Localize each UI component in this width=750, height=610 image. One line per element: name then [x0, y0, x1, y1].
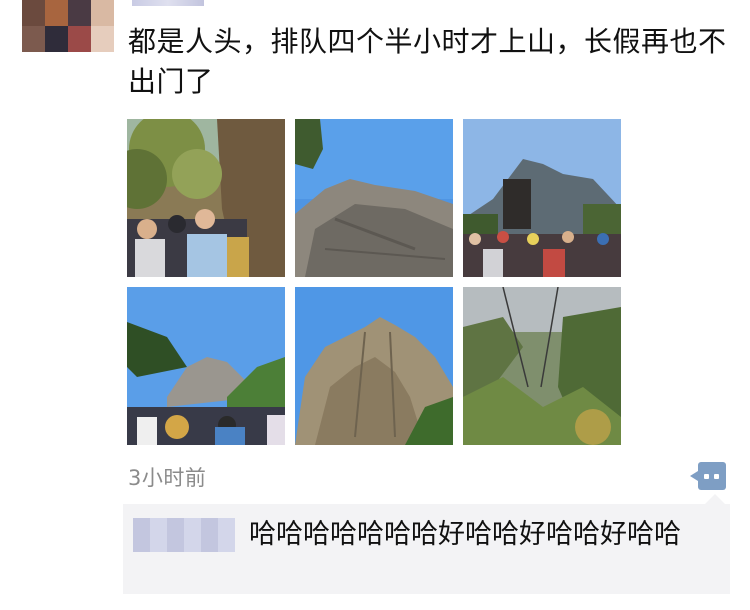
- commenter-name-blurred[interactable]: [133, 518, 235, 552]
- photo-crowd-trail[interactable]: [127, 119, 285, 277]
- photo-thumbnail-icon: [127, 287, 285, 445]
- post-text: 都是人头，排队四个半小时才上山，长假再也不出门了: [128, 25, 727, 98]
- photo-pine-cliff-crowd[interactable]: [127, 287, 285, 445]
- photo-mountain-peak[interactable]: [295, 287, 453, 445]
- photo-crowd-peak[interactable]: [463, 119, 621, 277]
- photo-thumbnail-icon: [295, 287, 453, 445]
- comment-section: 哈哈哈哈哈哈哈好哈哈好哈哈好哈哈: [123, 494, 730, 594]
- comment-icon: [690, 471, 698, 481]
- author-avatar[interactable]: [22, 0, 114, 52]
- photo-cable-car-valley[interactable]: [463, 287, 621, 445]
- comment-button[interactable]: [690, 462, 726, 490]
- photo-thumbnail-icon: [463, 287, 621, 445]
- photo-thumbnail-icon: [463, 119, 621, 277]
- photo-granite-rock[interactable]: [295, 119, 453, 277]
- photo-thumbnail-icon: [127, 119, 285, 277]
- photo-grid: [127, 119, 621, 445]
- author-name-blurred[interactable]: [132, 0, 204, 6]
- photo-thumbnail-icon: [295, 119, 453, 277]
- post-timestamp: 3小时前: [128, 466, 207, 490]
